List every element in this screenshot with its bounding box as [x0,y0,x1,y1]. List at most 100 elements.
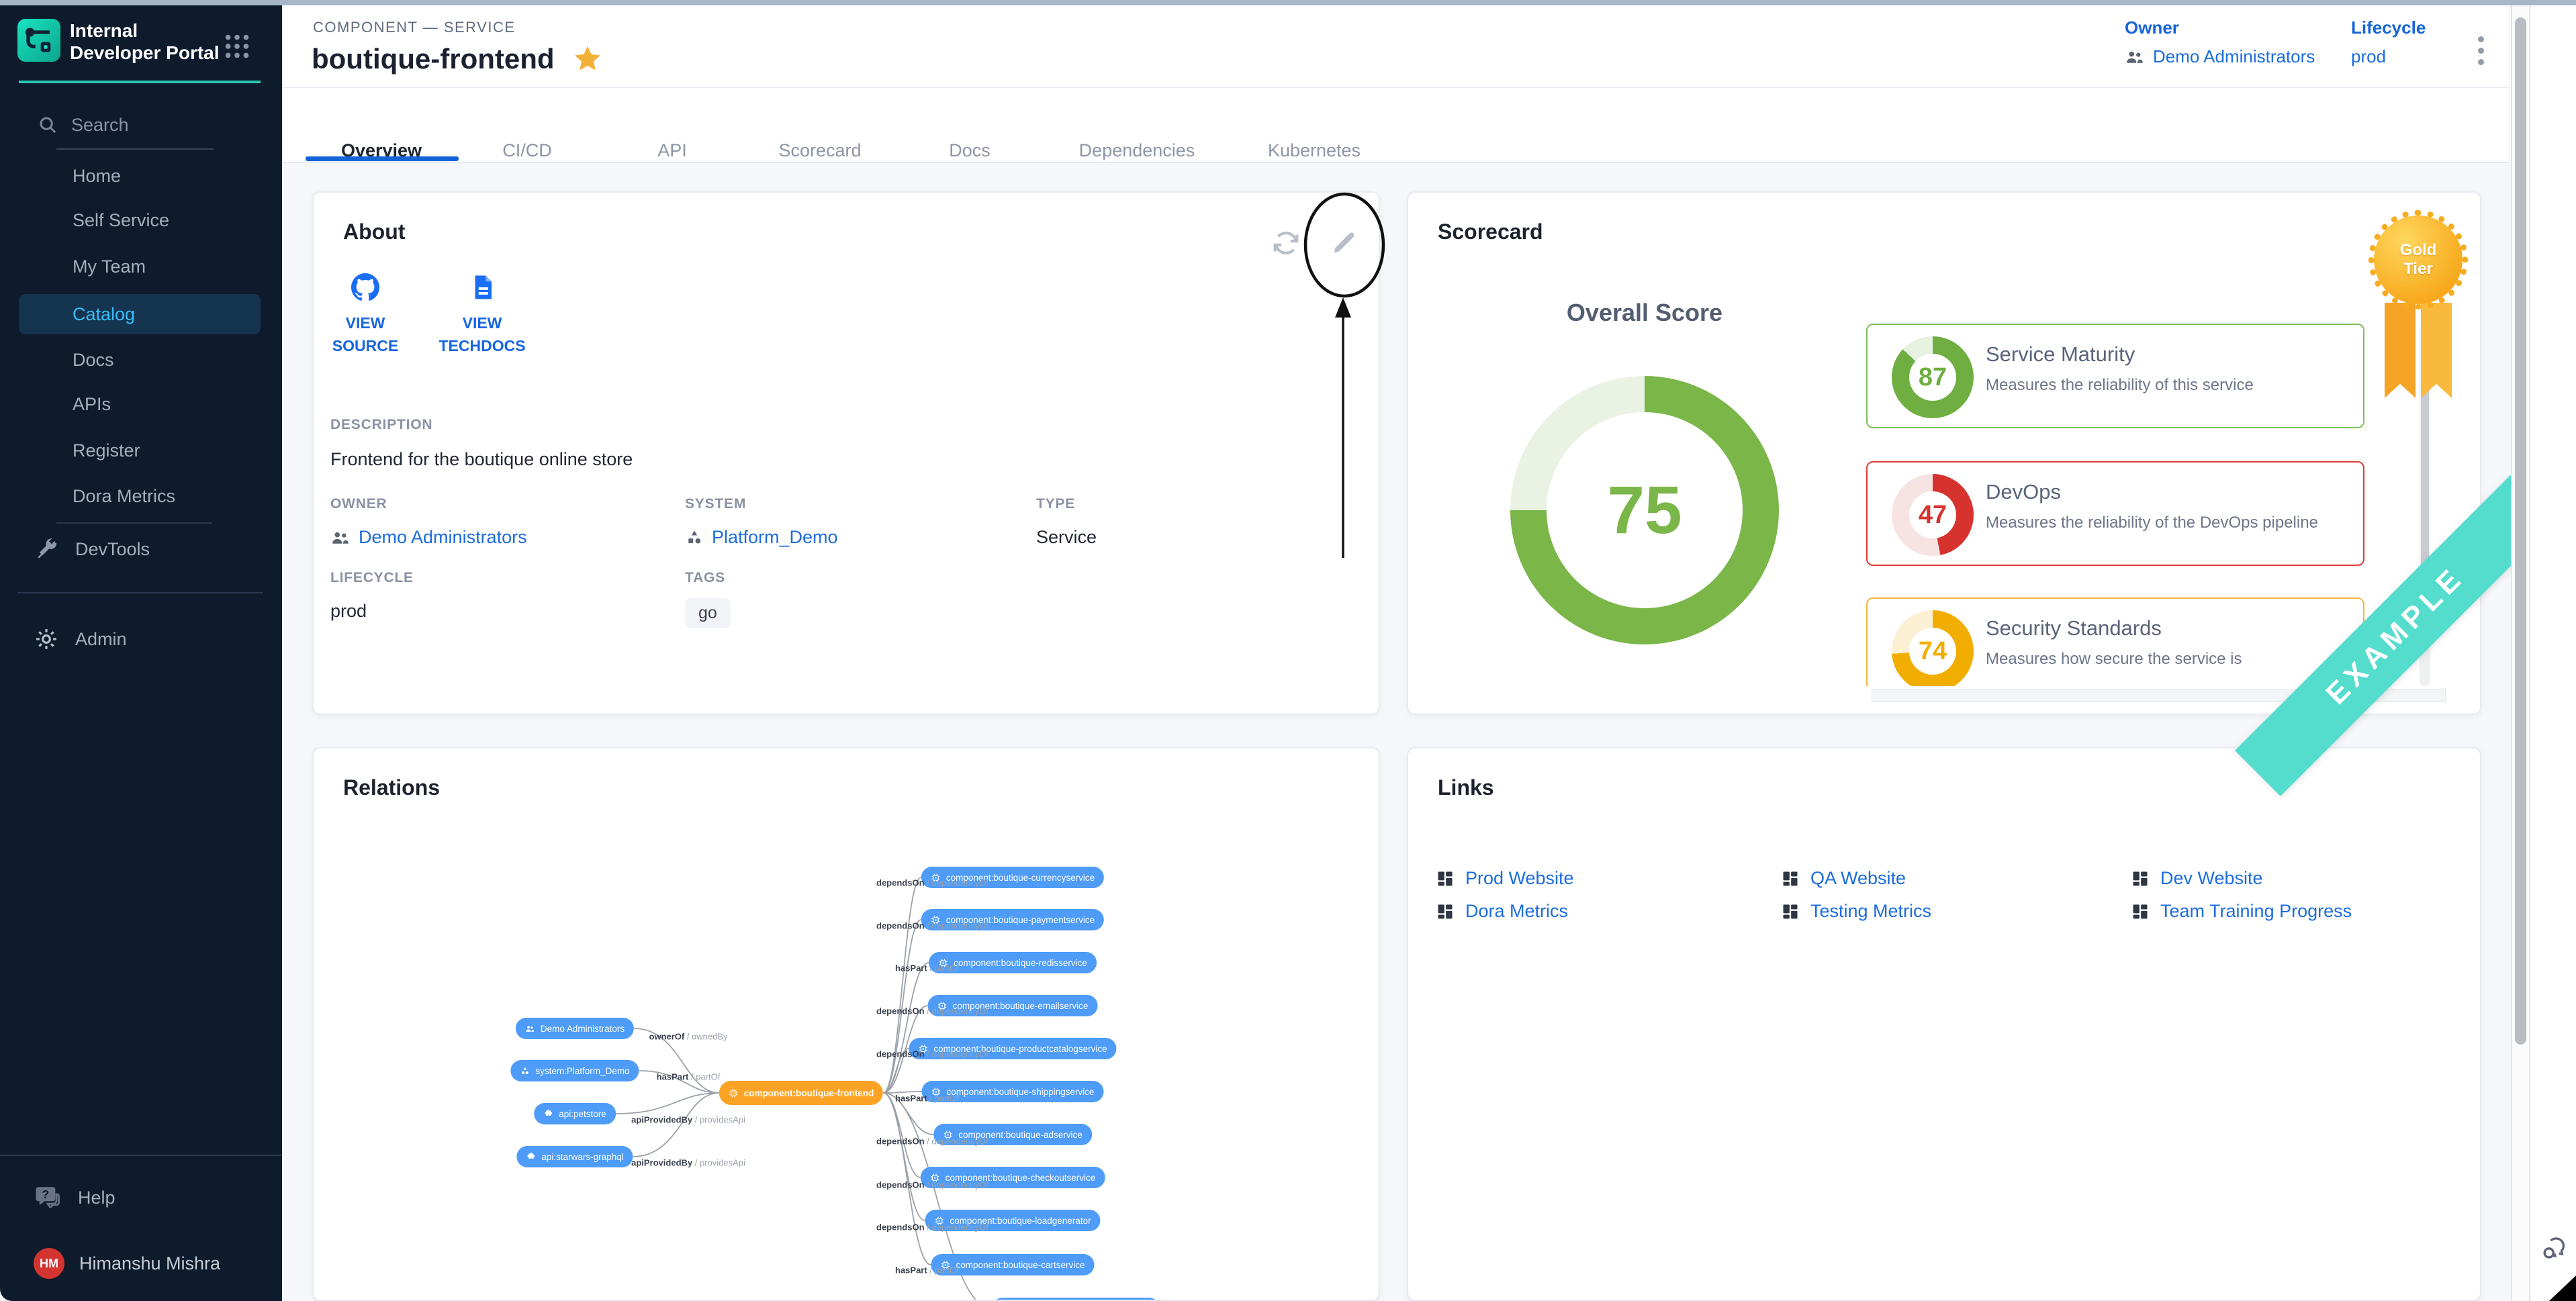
view-techdocs-link[interactable]: VIEWTECHDOCS [439,273,526,357]
user-menu[interactable]: HM Himanshu Mishra [34,1246,220,1281]
tab-ci-cd[interactable]: CI/CD [502,140,552,161]
dashboard-icon [2131,869,2150,888]
sidebar-item-dora-metrics[interactable]: Dora Metrics [19,476,261,516]
view-source-link[interactable]: VIEWSOURCE [322,273,409,357]
more-options-kebab[interactable] [2467,31,2494,71]
graph-node-system-platform-demo[interactable]: system:Platform_Demo [510,1060,639,1081]
graph-node-api-petstore[interactable]: api:petstore [534,1103,616,1124]
tab-kubernetes[interactable]: Kubernetes [1268,140,1361,161]
search-icon [38,115,58,135]
group-icon [2125,47,2145,67]
scorecard-card: Scorecard GoldTier Overall Score 75 87Se… [1407,191,2481,715]
tab-api[interactable]: API [657,140,687,161]
tags-field-label: TAGS [685,570,731,586]
nav-divider [17,592,263,593]
entity-tabs: OverviewCI/CDAPIScorecardDocsDependencie… [282,88,2509,163]
sidebar-item-catalog[interactable]: Catalog [19,294,261,334]
sidebar-item-docs[interactable]: Docs [19,340,261,380]
owner-block: Owner Demo Administrators [2125,17,2315,67]
graph-node-center[interactable]: component:boutique-frontend [719,1081,883,1105]
active-tab-underline [306,156,459,161]
relations-graph: component:boutique-frontend Demo Administ… [314,749,1379,1300]
link-dev-website[interactable]: Dev Website [2131,868,2263,889]
owner-field-link[interactable]: Demo Administrators [330,527,527,548]
node-label: component:boutique-frontend [744,1088,874,1098]
link-team-training-progress[interactable]: Team Training Progress [2131,901,2352,922]
metric-card-security-standards[interactable]: 74Security StandardsMeasures how secure … [1866,597,2364,686]
metric-description: Measures how secure the service is [1986,650,2242,669]
system-field-value: Platform_Demo [712,527,838,548]
node-label: api:petstore [559,1109,606,1119]
metric-card-service-maturity[interactable]: 87Service MaturityMeasures the reliabili… [1866,324,2364,428]
tab-scorecard[interactable]: Scorecard [778,140,861,161]
link-dora-metrics[interactable]: Dora Metrics [1436,901,1568,922]
svg-text:?: ? [42,1188,49,1201]
sidebar-item-apis[interactable]: APIs [19,384,261,424]
refresh-icon[interactable] [1271,228,1301,258]
tab-dependencies[interactable]: Dependencies [1079,140,1195,161]
lifecycle-field-label: LIFECYCLE [330,570,414,586]
edge-label: hasPart / partOf [895,1094,959,1104]
sidebar-item-help[interactable]: ? Help [34,1180,116,1215]
link-label: Testing Metrics [1810,901,1931,922]
window-top-strip [0,0,2576,5]
edge-label: ownerOf / ownedBy [649,1032,727,1042]
sidebar-item-my-team[interactable]: My Team [19,246,261,287]
edge-label: apiProvidedBy / providesApi [631,1158,745,1168]
apps-grid-icon[interactable] [222,31,252,62]
description-value: Frontend for the boutique online store [330,449,633,470]
search-divider [56,148,214,150]
node-label: Demo Administrators [541,1024,625,1034]
graph-node-partial[interactable] [992,1298,1160,1301]
help-chat-icon: ? [34,1184,62,1212]
portal-title: Internal Developer Portal [70,19,231,64]
edge-label: hasPart / partOf [895,963,959,973]
sidebar-item-home[interactable]: Home [19,156,261,196]
breadcrumb: COMPONENT — SERVICE [313,19,516,36]
dashboard-icon [1436,902,1455,921]
sidebar-item-self-service[interactable]: Self Service [19,200,261,240]
dashboard-icon [1781,869,1800,888]
overall-score-value: 75 [1607,472,1682,549]
scorecard-title: Scorecard [1438,220,1543,244]
app-window: Internal Developer Portal Search HomeSel… [0,0,2576,1301]
metric-card-devops[interactable]: 47DevOpsMeasures the reliability of the … [1866,461,2364,566]
page-title: boutique-frontend [312,43,555,75]
edge-label: hasPart / partOf [895,1265,959,1275]
favorite-star-icon[interactable] [572,44,603,75]
sidebar-item-devtools[interactable]: DevTools [35,533,150,565]
system-field-link[interactable]: Platform_Demo [685,527,838,548]
chat-bubbles-icon[interactable] [2540,1234,2569,1263]
overall-score-label: Overall Score [1567,299,1722,327]
page-scrollbar-thumb[interactable] [2515,17,2526,1045]
owner-label: Owner [2125,17,2315,38]
portal-logo-icon[interactable] [17,19,60,62]
link-label: Dev Website [2160,868,2263,889]
graph-node-api-starwars-graphql[interactable]: api:starwars-graphql [516,1146,633,1167]
node-label: system:Platform_Demo [535,1066,629,1076]
sidebar-search[interactable]: Search [38,110,239,140]
dashboard-icon [1436,869,1455,888]
metric-name: DevOps [1986,480,2061,504]
corner-wedge [2549,1275,2576,1301]
page-scrollbar[interactable] [2511,5,2530,1301]
sidebar-item-admin[interactable]: Admin [34,623,127,655]
system-icon [685,528,704,547]
sidebar-item-register[interactable]: Register [19,430,261,471]
graph-node-demo-administrators[interactable]: Demo Administrators [516,1018,634,1039]
link-qa-website[interactable]: QA Website [1781,868,1906,889]
link-testing-metrics[interactable]: Testing Metrics [1781,901,1931,922]
edit-pencil-icon[interactable] [1328,228,1359,258]
edge-label: dependsOn / dependencyOf [876,1180,988,1190]
content-area: About VIEWSOURCE [282,163,2511,1301]
wrench-icon [35,537,59,561]
right-gutter [2530,5,2576,1301]
search-placeholder: Search [71,115,129,136]
link-prod-website[interactable]: Prod Website [1436,868,1574,889]
about-title: About [343,220,405,244]
owner-link[interactable]: Demo Administrators [2125,46,2315,67]
scorecard-metric-list: 87Service MaturityMeasures the reliabili… [1866,324,2413,686]
tab-docs[interactable]: Docs [949,140,991,161]
sidebar-item-label: Help [78,1188,116,1208]
edge-label: dependsOn / dependencyOf [876,1222,988,1233]
